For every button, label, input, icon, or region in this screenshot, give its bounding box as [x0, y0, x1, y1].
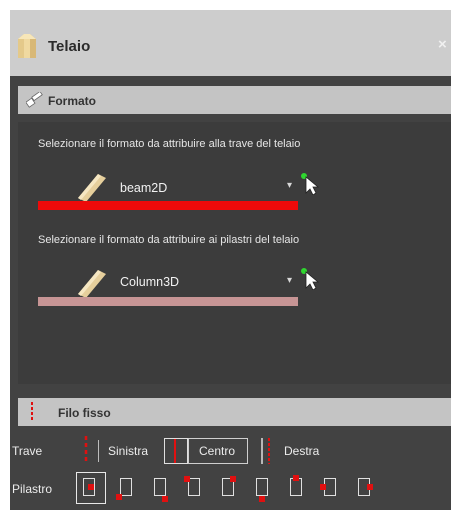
beam-format-icon [78, 174, 106, 202]
beam-format-select[interactable]: beam2D [120, 181, 167, 195]
column-dropdown-arrow-icon[interactable]: ▾ [287, 275, 292, 286]
trave-option-destra[interactable]: Destra [284, 444, 319, 458]
dialog-window: Telaio × Formato Selezionare il formato … [10, 10, 451, 510]
formato-section-header[interactable]: Formato [18, 86, 451, 114]
pilastro-left-center-dot [320, 484, 326, 490]
column-format-icon [78, 270, 106, 298]
column-color-bar [38, 297, 298, 306]
trave-label: Trave [12, 444, 43, 458]
dialog-header: Telaio × [10, 10, 451, 76]
trave-destra-symbol[interactable] [260, 438, 274, 464]
pilastro-right-center-dot [367, 484, 373, 490]
pilastro-top-right-dot [230, 476, 236, 482]
trave-divider [98, 440, 99, 462]
pilastro-option-bottom-center[interactable] [256, 478, 268, 496]
column-picker-icon[interactable] [298, 266, 320, 290]
close-icon[interactable]: × [438, 36, 447, 53]
beam-format-prompt: Selezionare il formato da attribuire all… [38, 138, 301, 150]
pilastro-top-center-dot [293, 475, 299, 481]
pilastro-bottom-center-dot [259, 496, 265, 502]
pilastro-label: Pilastro [12, 482, 53, 496]
frame-icon [18, 34, 36, 58]
formato-section-title: Formato [48, 94, 96, 108]
trave-axis-icon [84, 436, 88, 464]
pilastro-bottom-left-dot [116, 494, 122, 500]
beam-picker-icon[interactable] [298, 171, 320, 195]
column-format-prompt: Selezionare il formato da attribuire ai … [38, 234, 300, 246]
formato-panel [18, 122, 451, 384]
brush-icon [26, 92, 43, 108]
trave-option-centro[interactable]: Centro [188, 438, 248, 464]
column-format-select[interactable]: Column3D [120, 275, 179, 289]
dialog-title: Telaio [48, 38, 91, 55]
trave-centro-symbol[interactable] [164, 438, 188, 464]
filo-fisso-section-title: Filo fisso [58, 406, 111, 420]
pilastro-option-center[interactable] [76, 472, 106, 504]
pilastro-center-dot [88, 484, 94, 490]
filo-line-icon [31, 402, 33, 422]
pilastro-option-bottom-right[interactable] [154, 478, 166, 496]
trave-option-centro-label: Centro [199, 444, 236, 458]
pilastro-bottom-right-dot [162, 496, 168, 502]
filo-fisso-section-header[interactable]: Filo fisso [18, 398, 451, 426]
pilastro-top-left-dot [184, 476, 190, 482]
beam-dropdown-arrow-icon[interactable]: ▾ [287, 180, 292, 191]
trave-option-sinistra[interactable]: Sinistra [108, 444, 148, 458]
beam-color-bar [38, 201, 298, 210]
